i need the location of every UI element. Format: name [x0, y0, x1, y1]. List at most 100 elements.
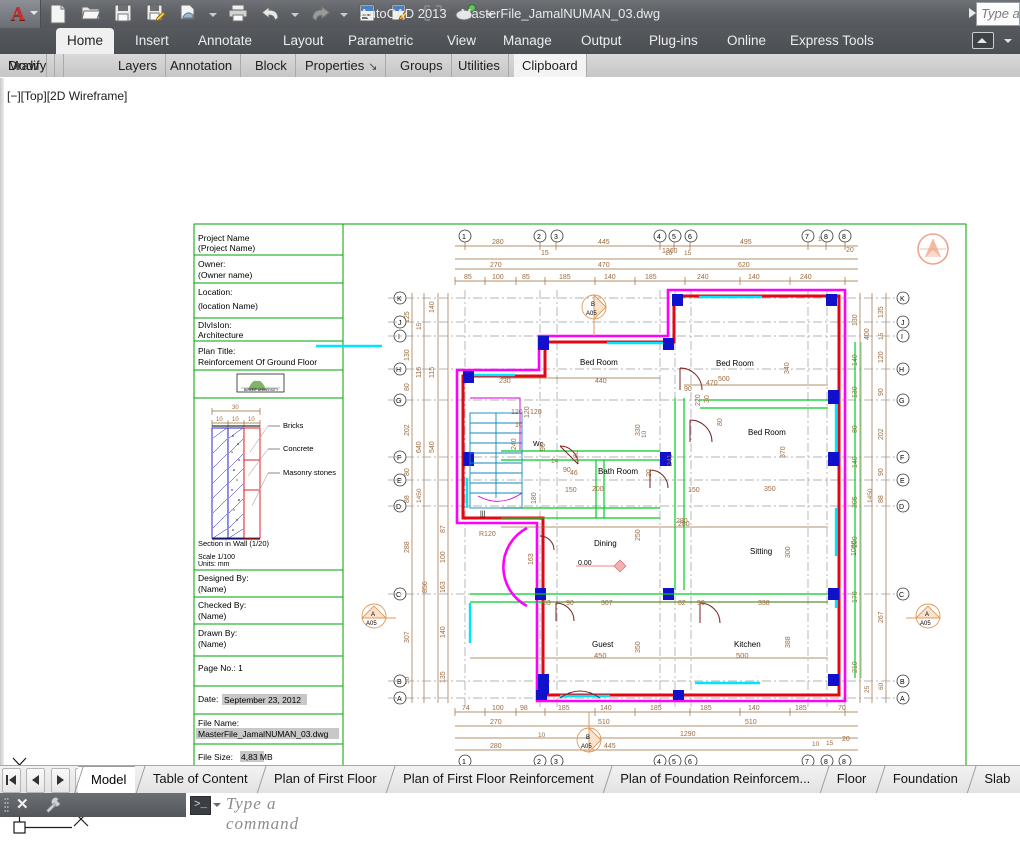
svg-text:BIRZEIT UNIVERSITY: BIRZEIT UNIVERSITY: [244, 388, 279, 392]
layout-tab-plan-of-first-floor-reinforcement[interactable]: Plan of First Floor Reinforcement: [390, 766, 603, 794]
svg-text:115: 115: [429, 367, 436, 378]
panel-properties[interactable]: Properties ↘: [297, 54, 387, 77]
svg-text:90: 90: [566, 600, 574, 607]
svg-text:88: 88: [878, 495, 885, 503]
panel-expand-icon[interactable]: ↘: [368, 61, 377, 73]
panel-annotation[interactable]: Annotation: [162, 54, 242, 77]
chevron-down-icon[interactable]: [1004, 39, 1012, 43]
svg-text:0.00: 0.00: [578, 560, 592, 567]
svg-text:280: 280: [676, 518, 688, 525]
layout-tab-model[interactable]: Model: [78, 766, 136, 796]
svg-text:130: 130: [852, 314, 859, 326]
grid-bubbles-top: 1 2 3 4 5 6 7 8 8: [458, 229, 852, 243]
svg-text:H: H: [396, 367, 401, 374]
tab-home[interactable]: Home: [56, 28, 115, 54]
close-icon[interactable]: ✕: [16, 795, 29, 813]
layout-tab-foundation[interactable]: Foundation: [880, 766, 967, 794]
layout-tab-slab[interactable]: Slab: [971, 766, 1019, 794]
svg-text:D: D: [396, 504, 401, 511]
layout-tabs: Model Table of Content Plan of First Flo…: [78, 766, 1019, 796]
svg-text:10: 10: [216, 417, 223, 423]
ribbon-minimize-icon[interactable]: [971, 32, 994, 49]
panel-utilities[interactable]: Utilities: [450, 54, 509, 77]
svg-text:240: 240: [800, 274, 812, 281]
north-arrow-logo: [917, 233, 949, 265]
panel-groups[interactable]: Groups: [392, 54, 452, 77]
svg-text:135: 135: [878, 306, 885, 318]
svg-text:180: 180: [531, 492, 538, 504]
svg-text:I: I: [901, 334, 903, 341]
svg-text:7: 7: [805, 234, 809, 241]
svg-text:1360: 1360: [662, 248, 678, 255]
layout-tab-table-of-content[interactable]: Table of Content: [140, 766, 257, 794]
tab-parametric[interactable]: Parametric: [337, 28, 424, 54]
drawing-canvas[interactable]: [−][Top][2D Wireframe] .gl{stroke:#00a00…: [0, 77, 1020, 834]
svg-text:1: 1: [462, 234, 466, 241]
svg-text:10: 10: [812, 741, 820, 748]
svg-text:A05: A05: [920, 621, 931, 627]
first-layout-button[interactable]: [2, 768, 21, 793]
svg-text:240: 240: [697, 274, 709, 281]
svg-text:150: 150: [565, 487, 577, 494]
left-dimensions: 125 15 130 80 202 80 88 288 307 50 116 1…: [404, 293, 449, 703]
svg-text:30: 30: [704, 395, 711, 403]
panel-properties-label: Properties: [305, 58, 365, 73]
svg-text:C: C: [899, 592, 904, 599]
page-no: Page No.: 1: [198, 663, 243, 673]
layout-tab-plan-of-first-floor[interactable]: Plan of First Floor: [261, 766, 386, 794]
title-expand-icon[interactable]: [969, 8, 976, 18]
date-label: Date:: [198, 694, 218, 704]
svg-text:185: 185: [700, 705, 712, 712]
room-sitting: Sitting: [750, 547, 772, 556]
tab-insert[interactable]: Insert: [124, 28, 180, 54]
tab-view[interactable]: View: [436, 28, 487, 54]
reinforcement-green: [470, 342, 862, 678]
svg-text:270: 270: [490, 719, 502, 726]
panel-clipboard[interactable]: Clipboard: [514, 54, 587, 77]
tab-output[interactable]: Output: [570, 28, 633, 54]
wrench-icon[interactable]: [44, 796, 62, 819]
svg-text:140: 140: [440, 626, 447, 638]
tab-annotate[interactable]: Annotate: [187, 28, 263, 54]
layout-tab-floor[interactable]: Floor: [824, 766, 876, 794]
svg-text:280: 280: [490, 743, 502, 750]
svg-text:88: 88: [404, 495, 411, 503]
svg-text:400: 400: [864, 328, 871, 340]
search-input[interactable]: Type a keyword or phrase: [976, 2, 1020, 26]
columns-blue: [463, 294, 839, 700]
svg-text:20: 20: [846, 247, 854, 254]
tab-express-tools[interactable]: Express Tools: [779, 28, 885, 54]
section-marker-a-right: A A05: [906, 603, 942, 629]
tab-online[interactable]: Online: [716, 28, 777, 54]
command-line-grip[interactable]: ✕: [0, 793, 186, 817]
svg-text:220: 220: [695, 394, 702, 406]
svg-text:G: G: [899, 398, 904, 405]
svg-text:K: K: [397, 296, 402, 303]
svg-text:R120: R120: [479, 531, 496, 538]
svg-text:185: 185: [559, 274, 571, 281]
svg-text:100: 100: [492, 274, 504, 281]
svg-text:250: 250: [635, 529, 642, 541]
layout-tab-plan-of-foundation-reinforcement[interactable]: Plan of Foundation Reinforcem...: [607, 766, 819, 794]
panel-block[interactable]: Block: [247, 54, 296, 77]
doors: [539, 367, 721, 699]
svg-text:K: K: [900, 296, 905, 303]
next-layout-button[interactable]: [50, 768, 70, 793]
room-dining: Dining: [594, 539, 617, 548]
command-prompt-icon: >_: [190, 796, 211, 815]
tab-plugins[interactable]: Plug-ins: [638, 28, 709, 54]
chevron-down-icon[interactable]: [213, 803, 221, 807]
prev-layout-button[interactable]: [26, 768, 46, 793]
svg-text:185: 185: [558, 705, 570, 712]
leader-concrete: Concrete: [283, 444, 313, 453]
command-input[interactable]: Type a command: [226, 794, 299, 834]
svg-text:B: B: [900, 679, 905, 686]
svg-text:60: 60: [878, 682, 885, 690]
svg-text:|||: |||: [480, 511, 486, 518]
tab-manage[interactable]: Manage: [492, 28, 563, 54]
tab-layout[interactable]: Layout: [272, 28, 335, 54]
svg-text:8: 8: [824, 234, 828, 241]
room-bed-room-1: Bed Room: [716, 359, 754, 368]
panel-layers[interactable]: Layers: [110, 54, 167, 77]
svg-text:F: F: [397, 455, 401, 462]
